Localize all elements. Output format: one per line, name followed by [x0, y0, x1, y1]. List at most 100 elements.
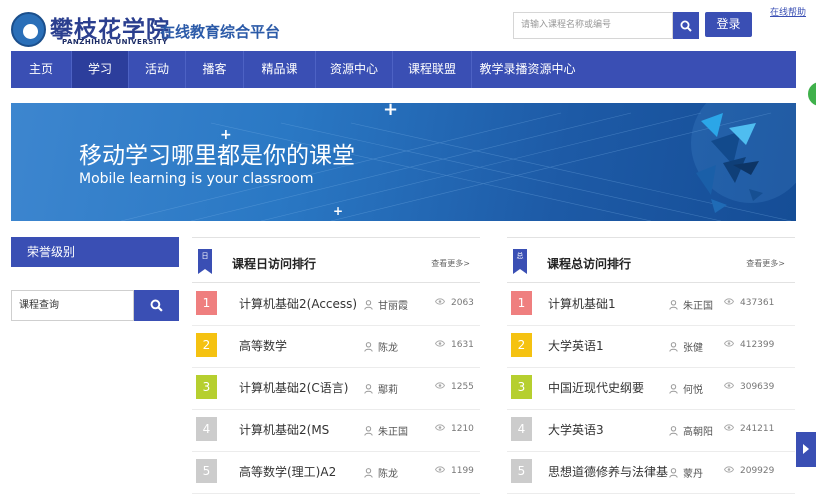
- search-icon: [680, 20, 692, 32]
- person-icon: [669, 426, 678, 436]
- main-nav: 主页 学习 活动 播客 精品课 资源中心 课程联盟 教学录播资源中心: [11, 51, 796, 88]
- person-icon: [669, 468, 678, 478]
- person-icon: [669, 384, 678, 394]
- nav-item-recording-center[interactable]: 教学录播资源中心: [472, 51, 583, 88]
- course-name-link[interactable]: 大学英语1: [548, 337, 604, 354]
- ranking-row[interactable]: 2 高等数学 陈龙 1631: [192, 326, 480, 368]
- teacher-name: 陈龙: [378, 469, 398, 480]
- banner[interactable]: + + + 移动学习哪里都是你的课堂 Mobile learning is yo…: [11, 103, 796, 221]
- course-name-link[interactable]: 高等数学: [239, 337, 287, 354]
- view-count-value: 412399: [740, 340, 775, 350]
- teacher-info: 陈龙: [364, 465, 398, 480]
- ranking-row[interactable]: 2 大学英语1 张健 412399: [507, 326, 795, 368]
- nav-item-activities[interactable]: 活动: [129, 51, 186, 88]
- person-icon: [364, 384, 373, 394]
- teacher-name: 高朝阳: [683, 427, 713, 438]
- teacher-name: 朱正国: [378, 427, 408, 438]
- eye-icon: [724, 340, 734, 347]
- site-header: 攀枝花学院 PANZHIHUA UNIVERSITY 在线教育综合平台 请输入课…: [0, 0, 816, 50]
- view-count: 437361: [724, 298, 774, 308]
- eye-icon: [435, 298, 445, 305]
- view-count-value: 309639: [740, 382, 775, 392]
- person-icon: [364, 468, 373, 478]
- course-name-link[interactable]: 计算机基础2(MS: [239, 421, 329, 438]
- view-count-value: 1255: [451, 382, 474, 392]
- view-more-link[interactable]: 查看更多>: [746, 258, 785, 269]
- course-name-link[interactable]: 计算机基础2(C语言): [239, 379, 348, 396]
- teacher-info: 蒙丹: [669, 465, 703, 480]
- teacher-name: 何悦: [683, 385, 703, 396]
- ranking-row[interactable]: 3 中国近现代史纲要 何悦 309639: [507, 368, 795, 410]
- honor-level-tab[interactable]: 荣誉级别: [11, 237, 179, 267]
- nav-item-study[interactable]: 学习: [72, 51, 129, 88]
- rank-badge: 5: [196, 459, 217, 483]
- rank-badge: 4: [511, 417, 532, 441]
- course-name-link[interactable]: 大学英语3: [548, 421, 604, 438]
- ranking-row[interactable]: 5 思想道德修养与法律基 蒙丹 209929: [507, 452, 795, 494]
- panel-title: 课程日访问排行: [232, 257, 317, 271]
- person-icon: [364, 300, 373, 310]
- eye-icon: [724, 298, 734, 305]
- teacher-info: 朱正国: [669, 297, 713, 312]
- view-count-value: 1631: [451, 340, 474, 350]
- view-count: 2063: [435, 298, 474, 308]
- nav-item-featured-courses[interactable]: 精品课: [244, 51, 316, 88]
- course-name-link[interactable]: 思想道德修养与法律基: [548, 463, 668, 480]
- login-button[interactable]: 登录: [705, 12, 752, 37]
- teacher-info: 甘丽霞: [364, 297, 408, 312]
- rank-badge: 3: [196, 375, 217, 399]
- teacher-name: 甘丽霞: [378, 301, 408, 312]
- view-count: 241211: [724, 424, 774, 434]
- view-count: 1631: [435, 340, 474, 350]
- search-icon: [150, 299, 163, 312]
- rank-badge: 2: [196, 333, 217, 357]
- online-help-link[interactable]: 在线帮助: [770, 5, 806, 18]
- view-count-value: 241211: [740, 424, 775, 434]
- rank-badge: 1: [196, 291, 217, 315]
- platform-name: 在线教育综合平台: [160, 23, 281, 41]
- ranking-row[interactable]: 3 计算机基础2(C语言) 鄢莉 1255: [192, 368, 480, 410]
- course-search-input[interactable]: 请输入课程名称或编号: [513, 12, 673, 39]
- view-count-value: 2063: [451, 298, 474, 308]
- ranking-row[interactable]: 4 计算机基础2(MS 朱正国 1210: [192, 410, 480, 452]
- panel-header: 日 课程日访问排行 查看更多>: [192, 237, 480, 283]
- eye-icon: [435, 424, 445, 431]
- person-icon: [669, 342, 678, 352]
- university-emblem-icon[interactable]: [11, 12, 46, 47]
- view-count: 309639: [724, 382, 774, 392]
- course-query-input[interactable]: 课程查询: [11, 290, 134, 321]
- teacher-name: 朱正国: [683, 301, 713, 312]
- teacher-info: 高朝阳: [669, 423, 713, 438]
- rank-badge: 5: [511, 459, 532, 483]
- course-name-link[interactable]: 高等数学(理工)A2: [239, 463, 336, 480]
- nav-item-course-alliance[interactable]: 课程联盟: [393, 51, 472, 88]
- nav-item-home[interactable]: 主页: [11, 51, 72, 88]
- ranking-row[interactable]: 5 高等数学(理工)A2 陈龙 1199: [192, 452, 480, 494]
- ranking-row[interactable]: 1 计算机基础2(Access) 甘丽霞 2063: [192, 284, 480, 326]
- plus-decoration-icon: +: [383, 103, 399, 120]
- nav-item-podcast[interactable]: 播客: [186, 51, 244, 88]
- side-float-button[interactable]: [796, 432, 816, 467]
- view-count: 209929: [724, 466, 774, 476]
- view-count: 412399: [724, 340, 774, 350]
- nav-item-resource-center[interactable]: 资源中心: [316, 51, 393, 88]
- course-name-link[interactable]: 计算机基础1: [548, 295, 616, 312]
- course-name-link[interactable]: 中国近现代史纲要: [548, 379, 644, 396]
- banner-title: 移动学习哪里都是你的课堂: [79, 143, 355, 169]
- plus-decoration-icon: +: [333, 204, 344, 218]
- eye-icon: [435, 382, 445, 389]
- person-icon: [364, 426, 373, 436]
- view-count: 1210: [435, 424, 474, 434]
- course-query-button[interactable]: [134, 290, 179, 321]
- teacher-name: 鄢莉: [378, 385, 398, 396]
- rank-badge: 2: [511, 333, 532, 357]
- total-ranking-panel: 总 课程总访问排行 查看更多> 1 计算机基础1 朱正国 437361 2 大学英语1 张健…: [507, 237, 795, 494]
- course-name-link[interactable]: 计算机基础2(Access): [239, 295, 357, 312]
- ranking-row[interactable]: 1 计算机基础1 朱正国 437361: [507, 284, 795, 326]
- view-more-link[interactable]: 查看更多>: [431, 258, 470, 269]
- banner-subtitle: Mobile learning is your classroom: [79, 171, 314, 187]
- ranking-row[interactable]: 4 大学英语3 高朝阳 241211: [507, 410, 795, 452]
- floating-service-tab[interactable]: [806, 80, 816, 108]
- search-button[interactable]: [673, 12, 699, 39]
- person-icon: [669, 300, 678, 310]
